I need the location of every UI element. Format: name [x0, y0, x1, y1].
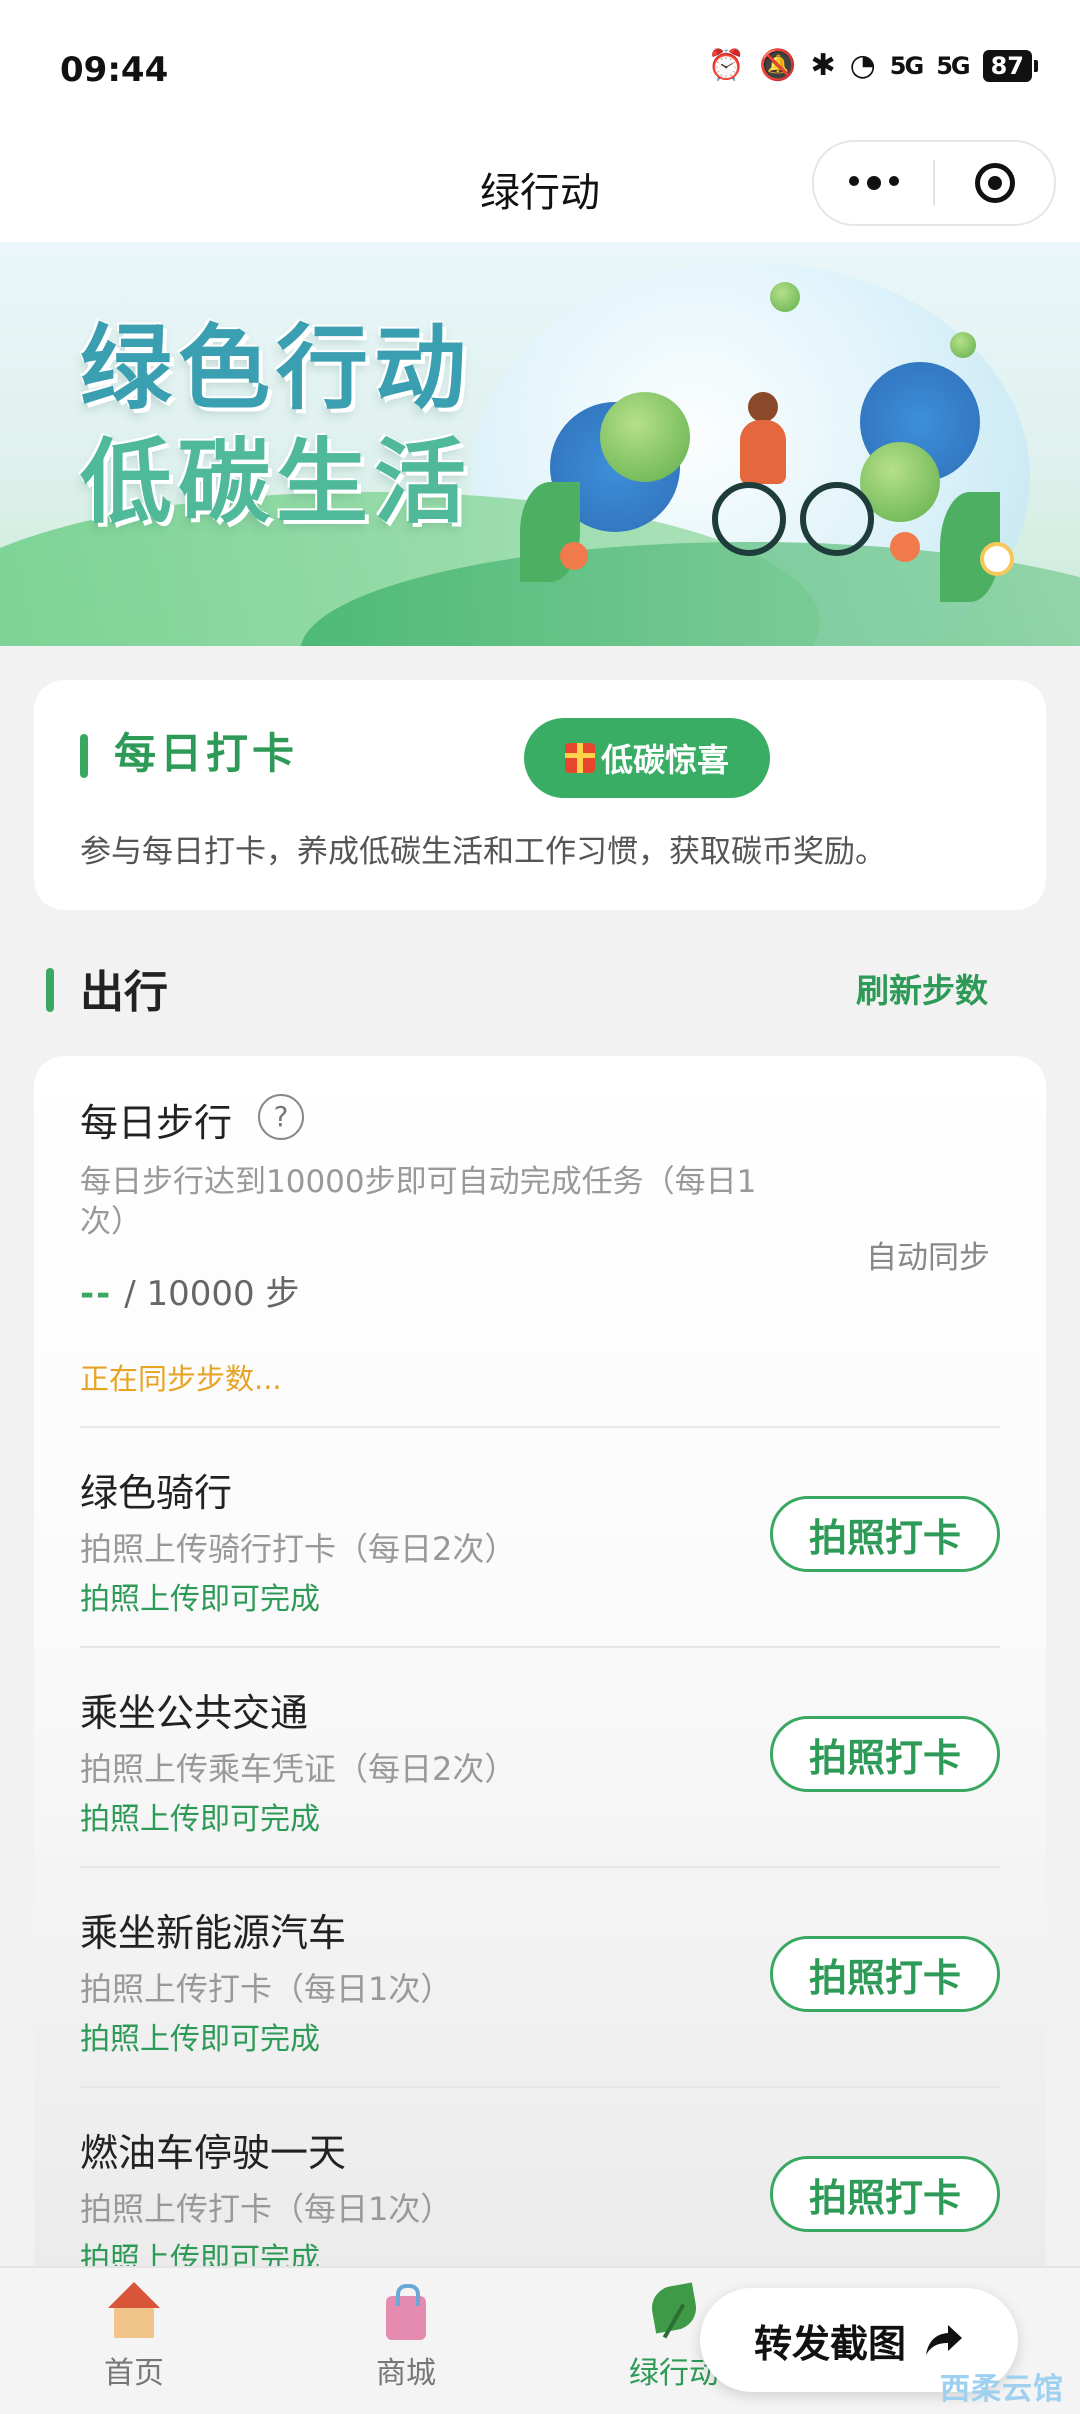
leaf-icon	[644, 2282, 704, 2342]
section-accent-bar	[46, 968, 54, 1012]
bluetooth-icon: ✱	[810, 48, 836, 83]
status-time: 09:44	[60, 50, 169, 90]
task-hint: 拍照上传即可完成	[80, 2242, 320, 2266]
gift-icon	[564, 743, 595, 773]
steps-target: / 10000 步	[124, 1274, 300, 1314]
more-button[interactable]	[814, 142, 933, 224]
travel-section-header: 出行 刷新步数	[0, 946, 1080, 1026]
banner-bubble	[770, 282, 800, 312]
close-miniprogram-button[interactable]	[935, 142, 1054, 224]
photo-checkin-button[interactable]: 拍照打卡	[770, 2156, 1000, 2232]
hero-banner: 绿色行动 低碳生活	[0, 242, 1080, 646]
tab-label: 首页	[104, 2356, 164, 2391]
watermark-logo: 西柔云馆	[940, 2372, 1064, 2407]
steps-progress: -- / 10000 步	[80, 1266, 299, 1315]
banner-flower	[890, 532, 920, 562]
nav-bar: 绿行动	[0, 130, 1080, 242]
task-description: 拍照上传打卡（每日1次）	[80, 1970, 453, 2008]
banner-cyclist-head	[748, 392, 778, 422]
task-description: 每日步行达到10000步即可自动完成任务（每日1次）	[80, 1164, 757, 1240]
task-name: 燃油车停驶一天	[80, 2131, 347, 2175]
auto-sync-label: 自动同步	[866, 1240, 990, 1276]
miniprogram-capsule	[812, 140, 1056, 226]
banner-bike-wheel	[712, 482, 786, 556]
banner-bike-wheel	[800, 482, 874, 556]
surprise-label: 低碳惊喜	[600, 741, 729, 779]
task-hint: 拍照上传即可完成	[80, 2022, 320, 2057]
help-icon[interactable]: ?	[258, 1094, 304, 1140]
banner-flower	[560, 542, 588, 570]
banner-cyclist-body	[740, 420, 786, 484]
travel-section-title: 出行	[80, 967, 168, 1018]
more-icon	[848, 176, 899, 190]
status-bar: 09:44 ⏰ 🔕 ✱ ◔ 5G 5G 87	[0, 0, 1080, 130]
task-description: 拍照上传打卡（每日1次）	[80, 2190, 453, 2228]
signal-1: 5G	[889, 51, 924, 80]
banner-bubble	[950, 332, 976, 358]
task-name: 乘坐新能源汽车	[80, 1911, 347, 1955]
banner-tree	[600, 392, 690, 482]
steps-syncing-status: 正在同步步数...	[80, 1362, 282, 1396]
task-row-fuel-car-off: 燃油车停驶一天 拍照上传打卡（每日1次） 拍照上传即可完成 拍照打卡	[80, 2086, 1000, 2266]
banner-slogan: 绿色行动 低碳生活	[80, 312, 472, 540]
task-row-cycling: 绿色骑行 拍照上传骑行打卡（每日2次） 拍照上传即可完成 拍照打卡	[80, 1426, 1000, 1648]
share-label: 转发截图	[753, 2321, 906, 2366]
photo-checkin-button[interactable]: 拍照打卡	[770, 1716, 1000, 1792]
steps-current: --	[80, 1274, 113, 1314]
task-description: 拍照上传乘车凭证（每日2次）	[80, 1750, 517, 1788]
banner-slogan-line1: 绿色行动	[80, 315, 473, 422]
task-name: 每日步行	[80, 1101, 233, 1145]
task-hint: 拍照上传即可完成	[80, 1802, 320, 1837]
main-content[interactable]: 每日打卡 低碳惊喜 参与每日打卡，养成低碳生活和工作习惯，获取碳币奖励。 出行 …	[0, 646, 1080, 2266]
daily-walk-task: 每日步行 ? 每日步行达到10000步即可自动完成任务（每日1次） -- / 10…	[80, 1056, 1000, 1428]
task-row-public-transit: 乘坐公共交通 拍照上传乘车凭证（每日2次） 拍照上传即可完成 拍照打卡	[80, 1646, 1000, 1868]
task-hint: 拍照上传即可完成	[80, 1582, 320, 1617]
status-icons: ⏰ 🔕 ✱ ◔ 5G 5G 87	[707, 48, 1039, 83]
wifi-icon: ◔	[849, 48, 876, 83]
banner-flower	[980, 542, 1014, 576]
share-icon	[924, 2323, 964, 2357]
close-miniprogram-icon	[974, 163, 1015, 203]
home-icon	[104, 2282, 164, 2342]
photo-checkin-button[interactable]: 拍照打卡	[770, 1936, 1000, 2012]
alarm-icon: ⏰	[707, 48, 746, 83]
daily-checkin-description: 参与每日打卡，养成低碳生活和工作习惯，获取碳币奖励。	[80, 834, 886, 870]
task-row-new-energy-vehicle: 乘坐新能源汽车 拍照上传打卡（每日1次） 拍照上传即可完成 拍照打卡	[80, 1866, 1000, 2088]
travel-tasks-card: 每日步行 ? 每日步行达到10000步即可自动完成任务（每日1次） -- / 10…	[34, 1056, 1046, 2266]
tab-label: 商城	[376, 2356, 436, 2391]
banner-slogan-line2: 低碳生活	[80, 429, 473, 536]
shop-icon	[376, 2282, 436, 2342]
refresh-steps-button[interactable]: 刷新步数	[856, 964, 988, 1012]
photo-checkin-button[interactable]: 拍照打卡	[770, 1496, 1000, 1572]
tab-shop[interactable]: 商城	[316, 2282, 496, 2392]
daily-checkin-title: 每日打卡	[114, 729, 299, 778]
signal-2: 5G	[936, 51, 970, 80]
low-carbon-surprise-button[interactable]: 低碳惊喜	[524, 718, 770, 798]
daily-checkin-card: 每日打卡 低碳惊喜 参与每日打卡，养成低碳生活和工作习惯，获取碳币奖励。	[34, 680, 1046, 910]
mute-icon: 🔕	[759, 48, 797, 83]
tab-home[interactable]: 首页	[44, 2282, 224, 2392]
section-accent-bar	[80, 734, 88, 778]
task-name: 乘坐公共交通	[80, 1691, 309, 1735]
task-name: 绿色骑行	[80, 1471, 233, 1515]
battery-indicator: 87	[982, 49, 1039, 82]
task-description: 拍照上传骑行打卡（每日2次）	[80, 1530, 517, 1568]
